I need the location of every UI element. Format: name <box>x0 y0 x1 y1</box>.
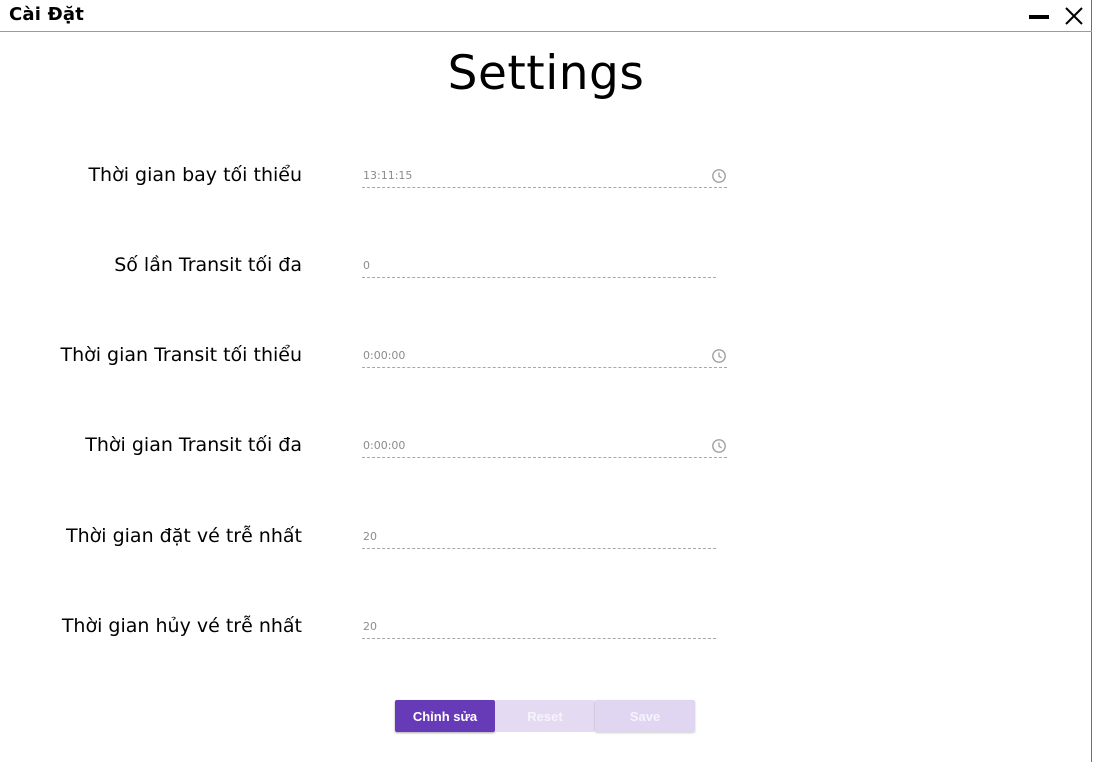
close-icon <box>1065 7 1083 25</box>
setting-row-min-transit-time: Thời gian Transit tối thiểu 0:00:00 <box>0 344 1092 384</box>
reset-button[interactable]: Reset <box>495 700 595 732</box>
setting-label: Thời gian Transit tối thiểu <box>60 344 302 366</box>
setting-row-min-flight-time: Thời gian bay tối thiểu 13:11:15 <box>0 164 1092 204</box>
setting-label: Thời gian hủy vé trễ nhất <box>61 615 302 637</box>
field-value: 0 <box>363 259 370 272</box>
setting-label: Thời gian bay tối thiểu <box>88 164 302 186</box>
clock-icon[interactable] <box>711 168 727 184</box>
field-value: 13:11:15 <box>363 169 413 182</box>
settings-window: Cài Đặt Settings Thời gian bay tối thiểu… <box>0 0 1092 762</box>
minimize-button[interactable] <box>1024 2 1054 30</box>
setting-row-latest-booking-time: Thời gian đặt vé trễ nhất 20 <box>0 525 1092 565</box>
minimize-icon <box>1029 15 1049 19</box>
clock-icon[interactable] <box>711 438 727 454</box>
min-flight-time-picker[interactable]: 13:11:15 <box>362 166 727 188</box>
field-value: 20 <box>363 620 377 633</box>
min-transit-time-picker[interactable]: 0:00:00 <box>362 346 727 368</box>
latest-booking-time-input[interactable]: 20 <box>362 527 716 549</box>
window-title: Cài Đặt <box>9 4 85 25</box>
edit-button[interactable]: Chỉnh sửa <box>395 700 495 732</box>
max-transits-input[interactable]: 0 <box>362 256 716 278</box>
setting-label: Thời gian đặt vé trễ nhất <box>66 525 302 547</box>
setting-row-latest-cancel-time: Thời gian hủy vé trễ nhất 20 <box>0 615 1092 655</box>
field-value: 20 <box>363 530 377 543</box>
max-transit-time-picker[interactable]: 0:00:00 <box>362 436 727 458</box>
setting-label: Thời gian Transit tối đa <box>85 434 302 456</box>
setting-row-max-transit-time: Thời gian Transit tối đa 0:00:00 <box>0 434 1092 474</box>
field-value: 0:00:00 <box>363 439 406 452</box>
page-title: Settings <box>447 46 645 101</box>
latest-cancel-time-input[interactable]: 20 <box>362 617 716 639</box>
save-button[interactable]: Save <box>595 700 695 732</box>
close-button[interactable] <box>1059 2 1089 30</box>
field-value: 0:00:00 <box>363 349 406 362</box>
setting-row-max-transits: Số lần Transit tối đa 0 <box>0 254 1092 294</box>
setting-label: Số lần Transit tối đa <box>114 254 302 276</box>
title-bar: Cài Đặt <box>0 0 1092 32</box>
clock-icon[interactable] <box>711 348 727 364</box>
